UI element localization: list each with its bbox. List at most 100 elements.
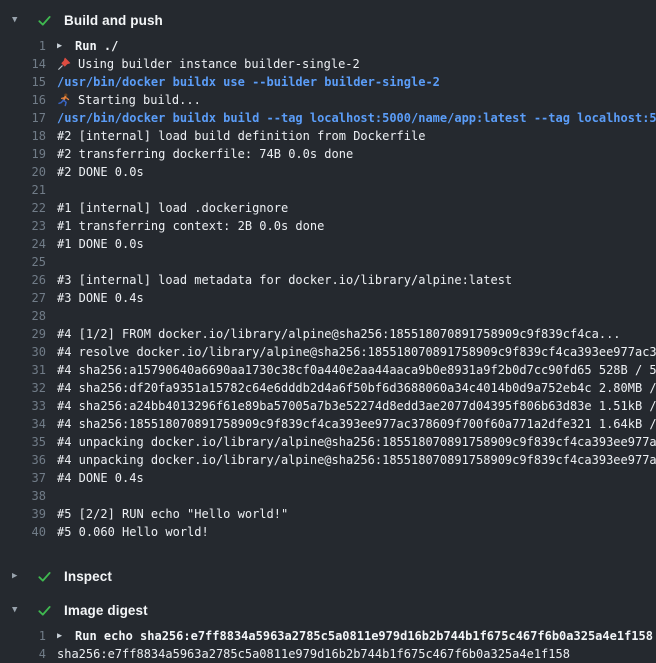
log-line: 17 /usr/bin/docker buildx build --tag lo… xyxy=(0,109,656,127)
line-number[interactable]: 1 xyxy=(0,37,46,55)
line-text: #1 [internal] load .dockerignore xyxy=(57,199,288,217)
line-number[interactable]: 27 xyxy=(0,289,46,307)
line-text: #3 [internal] load metadata for docker.i… xyxy=(57,271,512,289)
chevron-right-icon[interactable]: ▶ xyxy=(12,571,25,581)
line-text: #5 0.060 Hello world! xyxy=(57,523,209,541)
log-line: 29 #4 [1/2] FROM docker.io/library/alpin… xyxy=(0,325,656,343)
line-number[interactable]: 33 xyxy=(0,397,46,415)
line-number[interactable]: 36 xyxy=(0,451,46,469)
line-content: sha256:e7ff8834a5963a2785c5a0811e979d16b… xyxy=(46,645,570,663)
line-number[interactable]: 31 xyxy=(0,361,46,379)
workflow-log: ▼ Build and push 1 ▶Run ./ 14 Using buil… xyxy=(0,0,656,663)
line-number[interactable]: 19 xyxy=(0,145,46,163)
log-line: 1 ▶ Run echo sha256:e7ff8834a5963a2785c5a… xyxy=(0,627,656,645)
line-number[interactable]: 14 xyxy=(0,55,46,73)
log-line: 20 #2 DONE 0.0s xyxy=(0,163,656,181)
line-content: Using builder instance builder-single-2 xyxy=(46,55,360,73)
line-number[interactable]: 40 xyxy=(0,523,46,541)
line-number[interactable]: 32 xyxy=(0,379,46,397)
line-number[interactable]: 24 xyxy=(0,235,46,253)
log-line: 28 xyxy=(0,307,656,325)
line-text: #4 sha256:185518070891758909c9f839cf4ca3… xyxy=(57,415,656,433)
line-number[interactable]: 20 xyxy=(0,163,46,181)
line-text: #4 sha256:a15790640a6690aa1730c38cf0a440… xyxy=(57,361,656,379)
line-number[interactable]: 4 xyxy=(0,645,46,663)
line-text: #4 DONE 0.4s xyxy=(57,469,144,487)
log-line: 35 #4 unpacking docker.io/library/alpine… xyxy=(0,433,656,451)
line-content: #1 transferring context: 2B 0.0s done xyxy=(46,217,324,235)
line-number[interactable]: 25 xyxy=(0,253,46,271)
log-line: 33 #4 sha256:a24bb4013296f61e89ba57005a7… xyxy=(0,397,656,415)
line-number[interactable]: 16 xyxy=(0,91,46,109)
line-text: #4 sha256:a24bb4013296f61e89ba57005a7b3e… xyxy=(57,397,656,415)
line-content: #2 [internal] load build definition from… xyxy=(46,127,425,145)
line-content: #4 sha256:185518070891758909c9f839cf4ca3… xyxy=(46,415,656,433)
line-number[interactable]: 23 xyxy=(0,217,46,235)
section-title: Build and push xyxy=(64,13,163,28)
log-line: 27 #3 DONE 0.4s xyxy=(0,289,656,307)
section-log-lines: 1 ▶Run ./ 14 Using builder instance buil… xyxy=(0,37,656,541)
line-number[interactable]: 1 xyxy=(0,627,46,645)
line-text: #3 DONE 0.4s xyxy=(57,289,144,307)
runner-icon xyxy=(57,93,71,107)
line-content: #4 unpacking docker.io/library/alpine@sh… xyxy=(46,451,656,469)
line-content: #4 sha256:a15790640a6690aa1730c38cf0a440… xyxy=(46,361,656,379)
section-header-inspect[interactable]: ▶ Inspect xyxy=(0,565,656,587)
line-number[interactable]: 29 xyxy=(0,325,46,343)
section-title: Inspect xyxy=(64,569,112,584)
line-number[interactable]: 38 xyxy=(0,487,46,505)
line-content: #3 [internal] load metadata for docker.i… xyxy=(46,271,512,289)
chevron-down-icon[interactable]: ▼ xyxy=(12,15,25,25)
line-content xyxy=(46,181,57,199)
line-number[interactable]: 18 xyxy=(0,127,46,145)
line-content: #4 unpacking docker.io/library/alpine@sh… xyxy=(46,433,656,451)
log-line: 4 sha256:e7ff8834a5963a2785c5a0811e979d1… xyxy=(0,645,656,663)
line-text: #4 unpacking docker.io/library/alpine@sh… xyxy=(57,433,656,451)
line-number[interactable]: 37 xyxy=(0,469,46,487)
log-line: 15 /usr/bin/docker buildx use --builder … xyxy=(0,73,656,91)
line-text: Starting build... xyxy=(78,91,201,109)
check-icon xyxy=(36,602,52,618)
line-number[interactable]: 39 xyxy=(0,505,46,523)
line-content xyxy=(46,307,57,325)
log-line: 38 xyxy=(0,487,656,505)
chevron-down-icon[interactable]: ▼ xyxy=(12,605,25,615)
line-text: #1 transferring context: 2B 0.0s done xyxy=(57,217,324,235)
section-header-build-and-push[interactable]: ▼ Build and push xyxy=(0,9,656,31)
line-number[interactable]: 21 xyxy=(0,181,46,199)
run-expand-icon[interactable]: ▶ xyxy=(57,627,66,645)
line-content: /usr/bin/docker buildx use --builder bui… xyxy=(46,73,440,91)
run-expand-icon[interactable]: ▶ xyxy=(57,37,66,55)
line-text: #2 DONE 0.0s xyxy=(57,163,144,181)
log-line: 22 #1 [internal] load .dockerignore xyxy=(0,199,656,217)
line-number[interactable]: 15 xyxy=(0,73,46,91)
line-content xyxy=(46,253,57,271)
line-content: #5 0.060 Hello world! xyxy=(46,523,209,541)
log-line: 23 #1 transferring context: 2B 0.0s done xyxy=(0,217,656,235)
check-icon xyxy=(36,12,52,28)
line-number[interactable]: 26 xyxy=(0,271,46,289)
line-number[interactable]: 35 xyxy=(0,433,46,451)
step-inspect: ▶ Inspect xyxy=(0,565,656,587)
line-number[interactable]: 34 xyxy=(0,415,46,433)
line-number[interactable]: 30 xyxy=(0,343,46,361)
step-image-digest: ▼ Image digest 1 ▶ Run echo sha256:e7ff88… xyxy=(0,599,656,663)
log-line: 21 xyxy=(0,181,656,199)
line-text: #4 resolve docker.io/library/alpine@sha2… xyxy=(57,343,656,361)
line-number[interactable]: 28 xyxy=(0,307,46,325)
line-text: sha256:e7ff8834a5963a2785c5a0811e979d16b… xyxy=(57,645,570,663)
pushpin-icon xyxy=(57,57,71,71)
section-header-image-digest[interactable]: ▼ Image digest xyxy=(0,599,656,621)
line-content: #4 sha256:a24bb4013296f61e89ba57005a7b3e… xyxy=(46,397,656,415)
line-text: /usr/bin/docker buildx build --tag local… xyxy=(57,109,656,127)
line-content: ▶ Run echo sha256:e7ff8834a5963a2785c5a08… xyxy=(46,627,653,645)
line-text: #4 [1/2] FROM docker.io/library/alpine@s… xyxy=(57,325,621,343)
line-text: Run echo sha256:e7ff8834a5963a2785c5a081… xyxy=(75,627,653,645)
line-text: #4 unpacking docker.io/library/alpine@sh… xyxy=(57,451,656,469)
line-number[interactable]: 17 xyxy=(0,109,46,127)
line-number[interactable]: 22 xyxy=(0,199,46,217)
line-content: ▶Run ./ xyxy=(46,37,118,55)
log-line: 36 #4 unpacking docker.io/library/alpine… xyxy=(0,451,656,469)
log-line: 14 Using builder instance builder-single… xyxy=(0,55,656,73)
log-line: 24 #1 DONE 0.0s xyxy=(0,235,656,253)
